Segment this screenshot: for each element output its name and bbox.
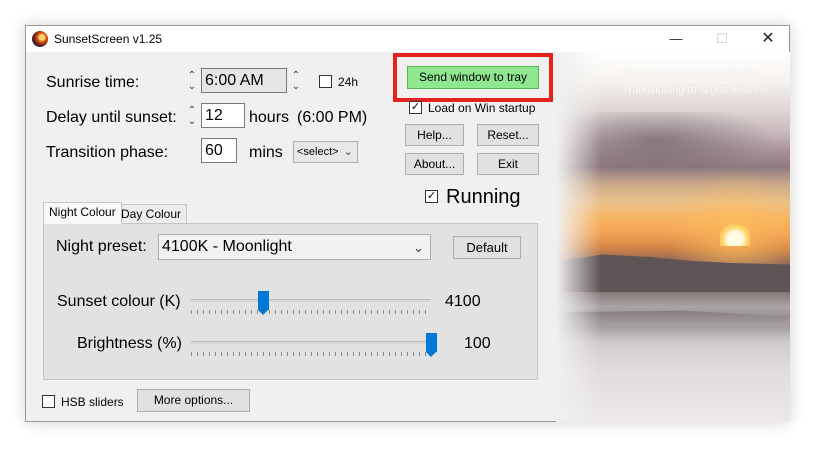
h24-checkbox[interactable] [319, 75, 332, 88]
window-title: SunsetScreen v1.25 [54, 32, 163, 46]
tab-night-colour[interactable]: Night Colour [43, 202, 122, 224]
sunset-preview-image: Time: 2017-05-22 17:57:38 Transitioning … [556, 52, 790, 422]
sunrise-spin-right-icon[interactable]: ⌃ ⌄ [290, 70, 302, 92]
maximize-button[interactable]: ☐ [699, 26, 745, 52]
brightness-label: Brightness (%) [77, 335, 182, 352]
sunset-colour-slider-thumb[interactable] [257, 291, 269, 315]
transition-select-value: <select> [297, 146, 339, 158]
sunrise-time-input[interactable]: 6:00 AM [201, 68, 287, 93]
chevron-down-icon: ⌄ [413, 240, 424, 255]
minimize-button[interactable]: — [653, 26, 699, 52]
preview-status-text: Transitioning to Night: 46.07% [622, 84, 769, 96]
night-preset-select[interactable]: 4100K - Moonlight ⌄ [158, 234, 431, 260]
night-colour-panel: Night preset: 4100K - Moonlight ⌄ Defaul… [43, 223, 538, 380]
brightness-slider-ticks [191, 352, 431, 356]
send-to-tray-button[interactable]: Send window to tray [407, 66, 539, 89]
tab-day-colour[interactable]: Day Colour [115, 204, 188, 224]
delay-unit-label: hours [249, 109, 290, 126]
hsb-sliders-label: HSB sliders [61, 395, 124, 409]
delay-spin-icon[interactable]: ⌃ ⌄ [186, 105, 198, 127]
close-button[interactable]: ✕ [745, 26, 791, 52]
about-button[interactable]: About... [405, 153, 464, 175]
preview-fade [556, 52, 601, 422]
sunset-time-readout: (6:00 PM) [297, 109, 368, 126]
sunrise-spin-icon[interactable]: ⌃ ⌄ [186, 70, 198, 92]
night-preset-value: 4100K - Moonlight [162, 238, 292, 255]
transition-unit-label: mins [249, 144, 283, 161]
transition-input[interactable]: 60 [201, 138, 237, 163]
app-window: SunsetScreen v1.25 — ☐ ✕ Sunrise time: ⌃… [25, 25, 790, 422]
sunset-colour-slider-ticks [191, 310, 431, 314]
sunset-colour-slider-track [191, 299, 431, 302]
h24-label: 24h [338, 75, 359, 89]
more-options-button[interactable]: More options... [137, 389, 250, 412]
load-startup-checkbox[interactable]: ✓ [409, 101, 422, 114]
sunrise-label: Sunrise time: [46, 74, 140, 91]
delay-hours-input[interactable]: 12 [201, 103, 245, 128]
chevron-down-icon: ⌄ [343, 146, 353, 158]
help-button[interactable]: Help... [405, 124, 464, 146]
title-bar: SunsetScreen v1.25 — ☐ ✕ [26, 26, 789, 52]
preview-sun [720, 224, 750, 246]
transition-label: Transition phase: [46, 144, 169, 161]
sunset-colour-label: Sunset colour (K) [57, 293, 181, 310]
running-label: Running [446, 186, 521, 208]
sunset-colour-value: 4100 [445, 293, 481, 310]
brightness-slider-thumb[interactable] [425, 333, 437, 357]
reset-button[interactable]: Reset... [477, 124, 539, 146]
default-button[interactable]: Default [453, 236, 521, 259]
preview-time-text: Time: 2017-05-22 17:57:38 [622, 69, 755, 81]
night-preset-label: Night preset: [56, 238, 147, 255]
running-checkbox[interactable]: ✓ [425, 190, 438, 203]
brightness-value: 100 [464, 335, 491, 352]
exit-button[interactable]: Exit [477, 153, 539, 175]
transition-select[interactable]: <select> ⌄ [293, 141, 358, 163]
delay-label: Delay until sunset: [46, 109, 177, 126]
brightness-slider-track [191, 341, 431, 344]
sunset-app-icon [32, 31, 48, 47]
load-startup-label: Load on Win startup [428, 101, 536, 115]
hsb-sliders-checkbox[interactable] [42, 395, 55, 408]
